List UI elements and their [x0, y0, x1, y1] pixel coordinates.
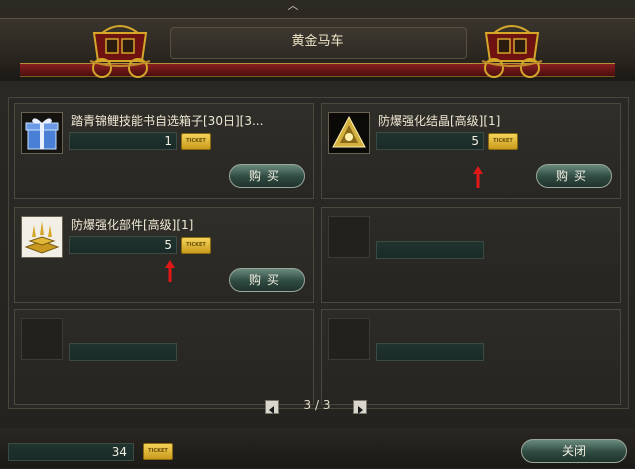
window-title: 黄金马车 — [291, 34, 344, 49]
buy-button[interactable]: 购买 — [229, 164, 305, 188]
header-banner: 黄金马车 — [0, 19, 635, 81]
empty-item-slot — [14, 309, 314, 405]
triangle-right-icon — [358, 406, 363, 414]
triangle-left-icon — [269, 406, 274, 414]
item-icon-box[interactable] — [21, 112, 63, 154]
item-icon-box[interactable] — [21, 216, 63, 258]
blue-gift-box-icon — [25, 118, 59, 150]
item-grid: 踏青锦鲤技能书自选箱子[30日][3... 1 TICKET 购买 防爆强化结晶… — [8, 97, 629, 409]
next-page-button[interactable] — [353, 400, 367, 414]
item-slot: 踏青锦鲤技能书自选箱子[30日][3... 1 TICKET 购买 — [14, 103, 314, 199]
ticket-icon: TICKET — [181, 237, 211, 254]
close-button[interactable]: 关闭 — [521, 439, 627, 463]
quantity-value: 5 — [471, 134, 479, 148]
item-icon-box[interactable] — [328, 112, 370, 154]
quantity-field[interactable]: 1 — [69, 132, 177, 150]
gold-parts-icon — [22, 217, 62, 257]
ticket-icon: TICKET — [181, 133, 211, 150]
collapse-icon[interactable]: ︿ — [284, 0, 302, 12]
up-arrow-annotation-icon — [473, 166, 483, 188]
quantity-value: 5 — [164, 238, 172, 252]
buy-button[interactable]: 购买 — [536, 164, 612, 188]
item-name: 防爆强化部件[高级][1] — [71, 218, 194, 232]
prev-page-button[interactable] — [265, 400, 279, 414]
ticket-balance-value: 34 — [111, 445, 127, 459]
empty-quantity-field — [376, 241, 484, 259]
item-name: 踏青锦鲤技能书自选箱子[30日][3... — [71, 114, 264, 128]
empty-icon-box — [328, 318, 370, 360]
empty-item-slot — [321, 207, 621, 303]
empty-item-slot — [321, 309, 621, 405]
empty-quantity-field — [69, 343, 177, 361]
gold-crystal-icon — [329, 113, 369, 153]
ticket-balance-field: 34 — [8, 443, 134, 461]
carriage-left-icon — [89, 25, 151, 78]
quantity-field[interactable]: 5 — [69, 236, 177, 254]
buy-button[interactable]: 购买 — [229, 268, 305, 292]
item-slot: 防爆强化结晶[高级][1] 5 TICKET 购买 — [321, 103, 621, 199]
empty-icon-box — [21, 318, 63, 360]
carriage-right-icon — [481, 25, 543, 78]
item-name: 防爆强化结晶[高级][1] — [378, 114, 501, 128]
quantity-value: 1 — [164, 134, 172, 148]
quantity-field[interactable]: 5 — [376, 132, 484, 150]
empty-icon-box — [328, 216, 370, 258]
up-arrow-annotation-icon — [165, 260, 175, 282]
item-slot: 防爆强化部件[高级][1] 5 TICKET 购买 — [14, 207, 314, 303]
page-indicator: 3 / 3 — [303, 398, 331, 412]
ticket-icon: TICKET — [488, 133, 518, 150]
empty-quantity-field — [376, 343, 484, 361]
ticket-icon: TICKET — [143, 443, 173, 460]
